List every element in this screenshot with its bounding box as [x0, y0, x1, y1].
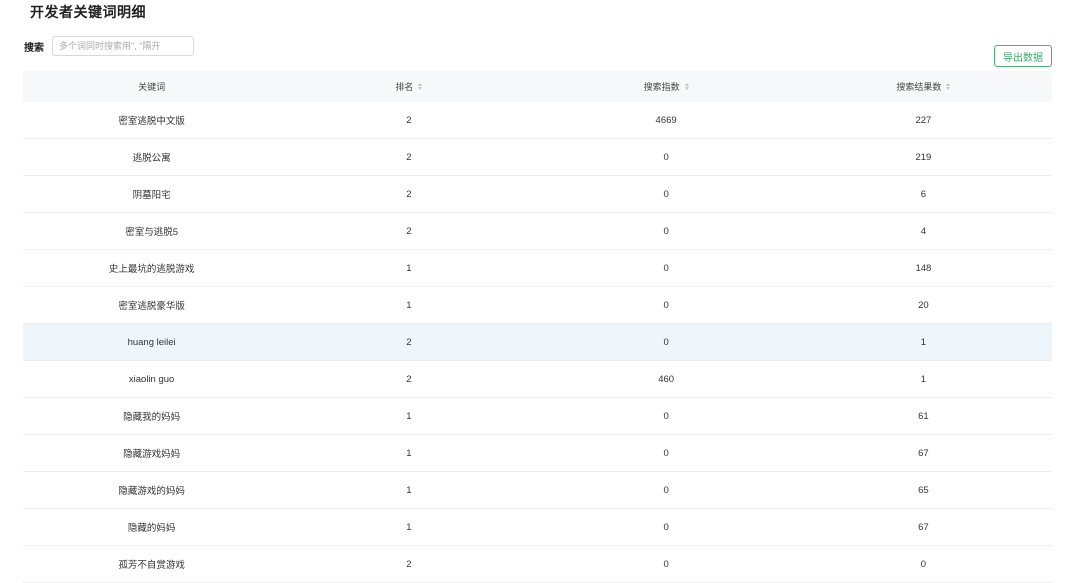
column-header-label: 搜索结果数: [896, 82, 942, 92]
table-row[interactable]: huang leilei 2 0 1: [23, 324, 1052, 361]
table-cell: 2: [406, 373, 412, 385]
table-cell: 0: [663, 410, 669, 422]
table-row[interactable]: xiaolin guo 2 460 1: [23, 361, 1052, 398]
table-cell: 20: [918, 299, 929, 311]
table-cell: 隐藏的妈妈: [127, 523, 176, 534]
search-row: 搜索: [24, 35, 194, 57]
table-cell: 148: [915, 262, 932, 274]
table-row[interactable]: 隐藏的妈妈 1 0 67: [23, 509, 1052, 546]
table-cell: 0: [663, 484, 669, 496]
table-cell: 隐藏游戏的妈妈: [118, 486, 185, 497]
table-cell: 1: [406, 262, 412, 274]
table-cell: 65: [918, 484, 929, 496]
column-header-rank[interactable]: 排名: [280, 80, 537, 93]
table-row[interactable]: 密室与逃脱5 2 0 4: [23, 213, 1052, 250]
table-cell: 2: [406, 336, 412, 348]
table-cell: 61: [918, 410, 929, 422]
table-cell: 1: [406, 410, 412, 422]
table-header: 关键词 排名 搜索指数 搜索结果数: [23, 71, 1052, 102]
table-row[interactable]: 密室逃脱中文版 2 4669 227: [23, 102, 1052, 139]
table-row[interactable]: 密室逃脱豪华版 1 0 20: [23, 287, 1052, 324]
table-row[interactable]: 史上最坑的逃脱游戏 1 0 148: [23, 250, 1052, 287]
sort-icon[interactable]: [946, 83, 951, 90]
table-cell: 227: [915, 114, 932, 126]
sort-icon[interactable]: [418, 83, 423, 90]
table-cell: 460: [658, 373, 675, 385]
table-row[interactable]: 隐藏游戏的妈妈 1 0 65: [23, 472, 1052, 509]
table-cell: 1: [920, 373, 927, 385]
table-row[interactable]: 逃脱公寓 2 0 219: [23, 139, 1052, 176]
table-row[interactable]: 隐藏游戏妈妈 1 0 67: [23, 435, 1052, 472]
table-cell: 1: [406, 447, 412, 459]
table-cell: 隐藏我的妈妈: [123, 412, 181, 423]
table-cell: 0: [663, 188, 669, 200]
table-cell: 0: [663, 447, 669, 459]
table-row[interactable]: 隐藏我的妈妈 1 0 61: [23, 398, 1052, 435]
table-cell: 密室逃脱中文版: [118, 116, 185, 127]
table-cell: 史上最坑的逃脱游戏: [108, 264, 195, 275]
table-cell: 4: [920, 225, 927, 237]
column-header-result-count[interactable]: 搜索结果数: [795, 80, 1052, 93]
table-cell: 219: [915, 151, 932, 163]
table-cell: 隐藏游戏妈妈: [123, 449, 181, 460]
table-body: 密室逃脱中文版 2 4669 227 逃脱公寓 2 0 219 阴墓阳宅 2 0 6 密室与逃脱5 2 0 4…: [23, 102, 1052, 583]
table-cell: 孤芳不自赏游戏: [118, 560, 185, 571]
table-cell: 4669: [655, 114, 677, 126]
table-cell: 0: [663, 299, 669, 311]
table-cell: 0: [663, 262, 669, 274]
column-header-label: 搜索指数: [643, 82, 680, 92]
column-header-search-index[interactable]: 搜索指数: [538, 80, 795, 93]
table-cell: 1: [920, 336, 927, 348]
table-cell: 逃脱公寓: [132, 153, 171, 164]
keyword-table: 关键词 排名 搜索指数 搜索结果数 密室逃脱中文版 2 4669 227 逃脱公寓 2 0 2…: [23, 71, 1052, 583]
table-cell: 1: [406, 299, 412, 311]
table-cell: 1: [406, 521, 412, 533]
table-cell: 2: [406, 188, 412, 200]
table-cell: 1: [406, 484, 412, 496]
table-cell: 0: [663, 225, 669, 237]
table-cell: 0: [663, 558, 669, 570]
table-cell: 0: [663, 521, 669, 533]
page-title: 开发者关键词明细: [30, 4, 146, 20]
table-cell: 0: [663, 151, 669, 163]
table-cell: 0: [920, 558, 927, 570]
table-row[interactable]: 孤芳不自赏游戏 2 0 0: [23, 546, 1052, 583]
column-header-label: 排名: [395, 82, 414, 92]
sort-icon[interactable]: [684, 83, 689, 90]
table-cell: 密室逃脱豪华版: [118, 301, 185, 312]
table-cell: 2: [406, 114, 412, 126]
search-input[interactable]: [52, 36, 194, 56]
table-cell: 67: [918, 521, 929, 533]
column-header-label: 关键词: [138, 82, 166, 92]
search-label: 搜索: [24, 42, 44, 54]
table-cell: 阴墓阳宅: [132, 190, 171, 201]
table-cell: 2: [406, 151, 412, 163]
table-cell: 6: [920, 188, 927, 200]
table-cell: 2: [406, 558, 412, 570]
table-cell: huang leilei: [127, 336, 176, 348]
table-row[interactable]: 阴墓阳宅 2 0 6: [23, 176, 1052, 213]
table-cell: 密室与逃脱5: [125, 227, 179, 238]
table-cell: 67: [918, 447, 929, 459]
table-cell: 2: [406, 225, 412, 237]
table-cell: xiaolin guo: [128, 373, 175, 385]
table-cell: 0: [663, 336, 669, 348]
export-button[interactable]: 导出数据: [994, 45, 1052, 67]
column-header-keyword: 关键词: [23, 80, 280, 93]
